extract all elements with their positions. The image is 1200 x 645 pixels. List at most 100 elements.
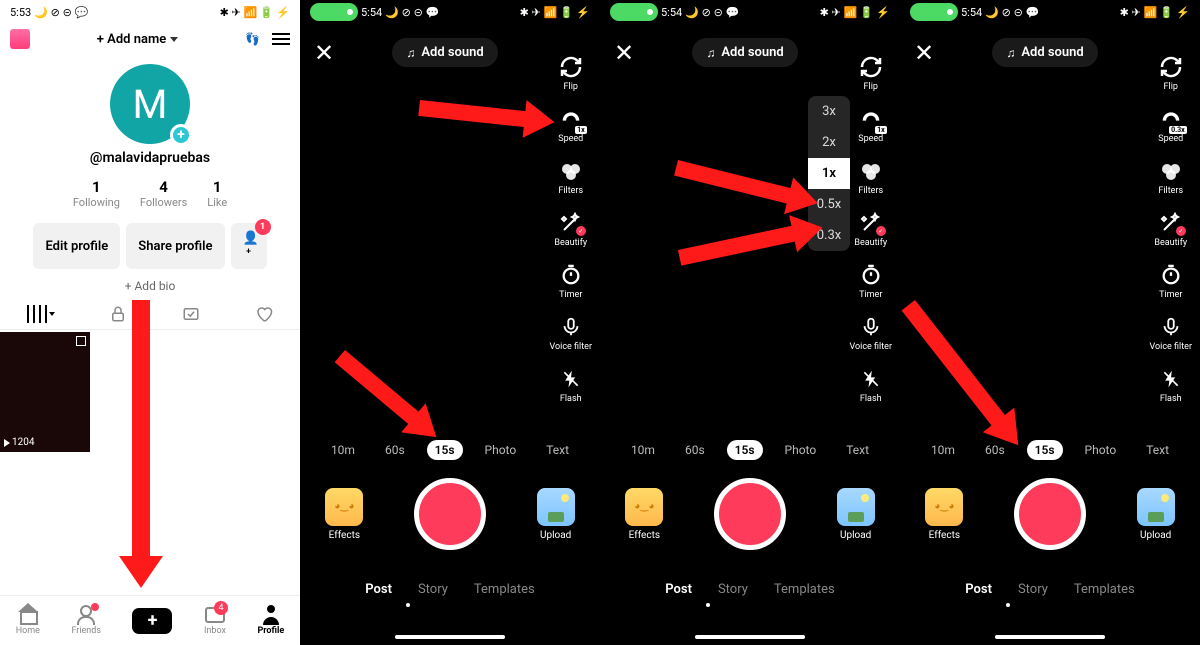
tool-timer[interactable]: Timer <box>1158 262 1184 300</box>
mode-story[interactable]: Story <box>418 582 448 597</box>
dur-60s[interactable]: 60s <box>677 440 713 460</box>
dur-10m[interactable]: 10m <box>923 440 963 460</box>
camera-panel-2: 5:54🌙 ⊘ ⊝ 💬 ✱ ✈ 📶 🔋 ⚡ ✕ ♫Add sound Flip … <box>600 0 900 645</box>
dur-10m[interactable]: 10m <box>323 440 363 460</box>
record-button[interactable] <box>414 478 486 550</box>
dur-photo[interactable]: Photo <box>1077 440 1125 460</box>
dur-15s[interactable]: 15s <box>427 440 463 460</box>
dur-text[interactable]: Text <box>1138 440 1177 460</box>
speed-opt-3x[interactable]: 3x <box>808 96 850 127</box>
speed-icon: 1x <box>558 106 584 132</box>
tool-voice-filter[interactable]: Voice filter <box>849 314 892 352</box>
add-sound-button[interactable]: ♫Add sound <box>692 38 797 67</box>
upload-button[interactable]: Upload <box>837 488 875 541</box>
tool-beautify[interactable]: Beautify <box>854 210 887 248</box>
effects-button[interactable]: Effects <box>925 488 963 541</box>
stat-followers[interactable]: 4Followers <box>140 178 187 209</box>
effects-button[interactable]: Effects <box>625 488 663 541</box>
stat-likes[interactable]: 1Like <box>207 178 227 209</box>
edit-profile-button[interactable]: Edit profile <box>33 223 120 269</box>
video-thumbnail[interactable]: 1204 <box>0 332 90 452</box>
dur-photo[interactable]: Photo <box>777 440 825 460</box>
dur-10m[interactable]: 10m <box>623 440 663 460</box>
speed-opt-03x[interactable]: 0.3x <box>808 220 850 251</box>
dur-60s[interactable]: 60s <box>377 440 413 460</box>
mode-templates[interactable]: Templates <box>774 582 835 597</box>
tool-voice-filter[interactable]: Voice filter <box>1149 314 1192 352</box>
add-friend-button[interactable]: 👤⁺1 <box>231 223 267 269</box>
tool-filters[interactable]: Filters <box>858 158 884 196</box>
mode-post[interactable]: Post <box>665 582 692 597</box>
mode-templates[interactable]: Templates <box>1074 582 1135 597</box>
nav-create-button[interactable]: + <box>132 608 172 634</box>
footprint-icon[interactable]: 👣 <box>245 32 260 46</box>
share-profile-button[interactable]: Share profile <box>126 223 224 269</box>
nav-profile[interactable]: Profile <box>257 605 284 636</box>
tool-timer[interactable]: Timer <box>558 262 584 300</box>
speed-opt-1x[interactable]: 1x <box>808 158 850 189</box>
dur-photo[interactable]: Photo <box>477 440 525 460</box>
status-l-icons: 🌙 ⊘ ⊝ 💬 <box>34 6 88 19</box>
lock-icon[interactable] <box>108 305 128 323</box>
menu-icon[interactable] <box>272 33 290 45</box>
tool-speed[interactable]: 1xSpeed <box>558 106 584 144</box>
tool-voice-filter[interactable]: Voice filter <box>549 314 592 352</box>
tool-flip[interactable]: Flip <box>1158 54 1184 92</box>
tool-filters[interactable]: Filters <box>558 158 584 196</box>
upload-button[interactable]: Upload <box>537 488 575 541</box>
speed-opt-2x[interactable]: 2x <box>808 127 850 158</box>
dur-60s[interactable]: 60s <box>977 440 1013 460</box>
heart-icon[interactable] <box>254 305 274 323</box>
tab-grid[interactable] <box>27 305 55 323</box>
gift-icon[interactable] <box>10 29 30 49</box>
status-bar: 5:54🌙 ⊘ ⊝ 💬 ✱ ✈ 📶 🔋 ⚡ <box>300 0 600 24</box>
avatar[interactable]: M + <box>110 64 190 144</box>
filters-icon <box>1158 158 1184 184</box>
flash-icon <box>1158 366 1184 392</box>
add-sound-button[interactable]: ♫Add sound <box>392 38 497 67</box>
close-button[interactable]: ✕ <box>314 39 334 67</box>
camera-sidebar: Flip 0.3xSpeed Filters Beautify Timer Vo… <box>1149 54 1192 404</box>
tool-flash[interactable]: Flash <box>1158 366 1184 404</box>
record-button[interactable] <box>1014 478 1086 550</box>
tool-flash[interactable]: Flash <box>558 366 584 404</box>
nav-inbox[interactable]: Inbox4 <box>204 605 226 636</box>
filters-icon <box>558 158 584 184</box>
record-button[interactable] <box>714 478 786 550</box>
close-button[interactable]: ✕ <box>614 39 634 67</box>
profile-buttons: Edit profile Share profile 👤⁺1 <box>0 223 300 269</box>
tool-flip[interactable]: Flip <box>558 54 584 92</box>
tool-speed[interactable]: 0.3xSpeed <box>1158 106 1184 144</box>
home-indicator <box>395 635 505 639</box>
dur-15s[interactable]: 15s <box>1027 440 1063 460</box>
dur-text[interactable]: Text <box>538 440 577 460</box>
speed-opt-05x[interactable]: 0.5x <box>808 189 850 220</box>
mode-post[interactable]: Post <box>965 582 992 597</box>
upload-button[interactable]: Upload <box>1137 488 1175 541</box>
tool-speed[interactable]: 1xSpeed <box>858 106 884 144</box>
close-button[interactable]: ✕ <box>914 39 934 67</box>
tool-flip[interactable]: Flip <box>858 54 884 92</box>
upload-icon <box>837 488 875 526</box>
add-name-button[interactable]: + Add name <box>97 32 178 47</box>
status-bar: 5:53🌙 ⊘ ⊝ 💬 ✱ ✈ 📶 🔋 ⚡ <box>0 0 300 24</box>
dur-15s[interactable]: 15s <box>727 440 763 460</box>
effects-button[interactable]: Effects <box>325 488 363 541</box>
add-bio-button[interactable]: + Add bio <box>0 279 300 293</box>
mode-templates[interactable]: Templates <box>474 582 535 597</box>
avatar-add-icon[interactable]: + <box>170 124 192 146</box>
tool-filters[interactable]: Filters <box>1158 158 1184 196</box>
add-sound-button[interactable]: ♫Add sound <box>992 38 1097 67</box>
mode-story[interactable]: Story <box>718 582 748 597</box>
tool-beautify[interactable]: Beautify <box>554 210 587 248</box>
mode-story[interactable]: Story <box>1018 582 1048 597</box>
nav-home[interactable]: Home <box>16 605 40 636</box>
tool-beautify[interactable]: Beautify <box>1154 210 1187 248</box>
stat-following[interactable]: 1Following <box>73 178 120 209</box>
tool-flash[interactable]: Flash <box>858 366 884 404</box>
tool-timer[interactable]: Timer <box>858 262 884 300</box>
nav-friends[interactable]: Friends <box>71 605 101 636</box>
repost-icon[interactable] <box>181 305 201 323</box>
mode-post[interactable]: Post <box>365 582 392 597</box>
dur-text[interactable]: Text <box>838 440 877 460</box>
